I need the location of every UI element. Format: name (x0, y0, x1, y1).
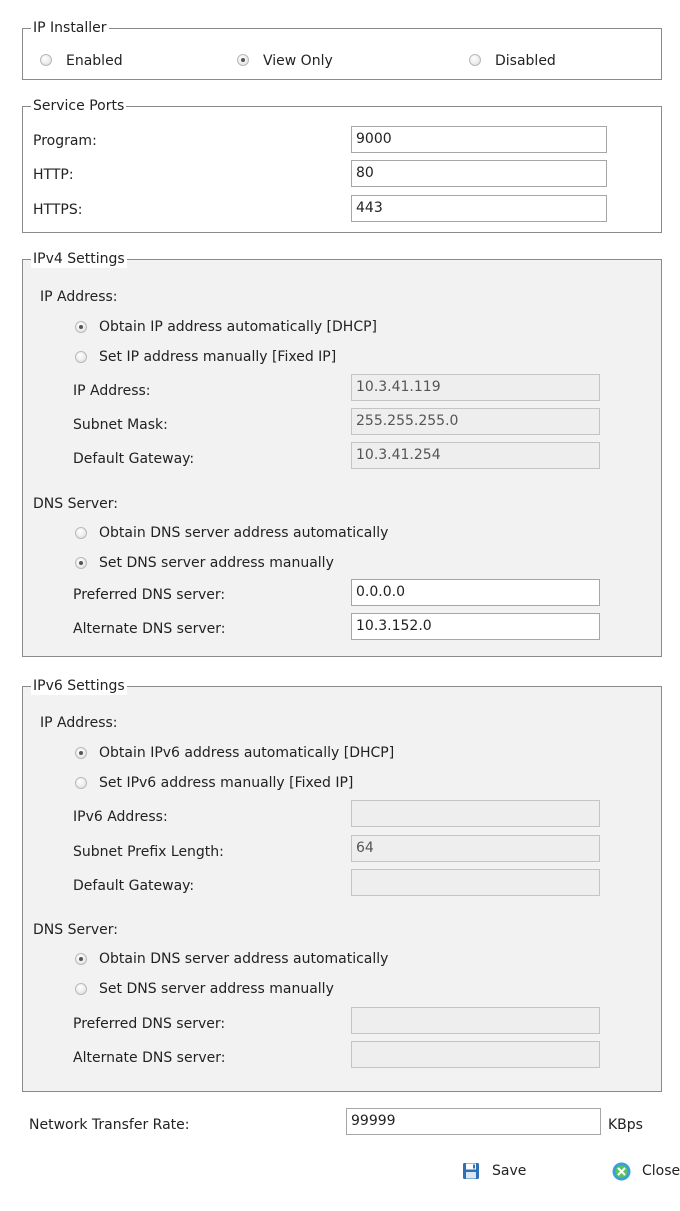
ip-installer-group: IP Installer Enabled View Only Disabled (22, 19, 662, 80)
ipv4-settings-legend: IPv4 Settings (31, 250, 127, 268)
ipv4-ip-address-input[interactable]: 10.3.41.119 (351, 374, 600, 401)
ipv4-default-gateway-input[interactable]: 10.3.41.254 (351, 442, 600, 469)
disabled-label[interactable]: Disabled (495, 51, 556, 71)
ipv6-default-gateway-input[interactable] (351, 869, 600, 896)
ipv6-preferred-dns-label: Preferred DNS server: (73, 1016, 226, 1032)
ipv4-alternate-dns-label: Alternate DNS server: (73, 621, 226, 637)
ipv4-set-ip-manual-radio[interactable] (75, 351, 87, 363)
ipv6-address-input[interactable] (351, 800, 600, 827)
close-label: Close (642, 1163, 680, 1179)
http-port-input[interactable]: 80 (351, 160, 607, 187)
ipv6-set-dns-manual-label[interactable]: Set DNS server address manually (99, 979, 334, 999)
service-ports-group: Service Ports Program: 9000 HTTP: 80 HTT… (22, 97, 662, 233)
ipv6-preferred-dns-input[interactable] (351, 1007, 600, 1034)
ipv6-obtain-ip-auto-label[interactable]: Obtain IPv6 address automatically [DHCP] (99, 743, 394, 763)
ipv6-default-gateway-label: Default Gateway: (73, 878, 195, 894)
view-only-radio[interactable] (237, 54, 249, 66)
http-label: HTTP: (33, 167, 74, 183)
ipv4-default-gateway-label: Default Gateway: (73, 451, 195, 467)
disabled-radio[interactable] (469, 54, 481, 66)
ipv4-obtain-ip-auto-label[interactable]: Obtain IP address automatically [DHCP] (99, 317, 377, 337)
https-label: HTTPS: (33, 202, 83, 218)
save-button[interactable]: Save (458, 1158, 538, 1184)
ipv6-ip-address-heading: IP Address: (40, 715, 118, 731)
ipv6-subnet-prefix-input[interactable]: 64 (351, 835, 600, 862)
ipv6-set-dns-manual-radio[interactable] (75, 983, 87, 995)
ipv4-obtain-dns-auto-label[interactable]: Obtain DNS server address automatically (99, 523, 388, 543)
ipv4-alternate-dns-input[interactable]: 10.3.152.0 (351, 613, 600, 640)
transfer-rate-label: Network Transfer Rate: (29, 1117, 190, 1133)
close-button[interactable]: Close (608, 1158, 680, 1184)
ipv4-ip-address-heading: IP Address: (40, 289, 118, 305)
view-only-label[interactable]: View Only (263, 51, 333, 71)
ipv6-set-ip-manual-label[interactable]: Set IPv6 address manually [Fixed IP] (99, 773, 353, 793)
ipv6-settings-group: IPv6 Settings IP Address: Obtain IPv6 ad… (22, 677, 662, 1092)
save-icon (463, 1163, 479, 1179)
ipv6-alternate-dns-label: Alternate DNS server: (73, 1050, 226, 1066)
ipv6-set-ip-manual-radio[interactable] (75, 777, 87, 789)
ipv6-subnet-prefix-label: Subnet Prefix Length: (73, 844, 224, 860)
ipv4-dns-server-heading: DNS Server: (33, 496, 118, 512)
ipv4-ip-address-label: IP Address: (73, 383, 151, 399)
ipv4-obtain-dns-auto-radio[interactable] (75, 527, 87, 539)
ipv6-obtain-ip-auto-radio[interactable] (75, 747, 87, 759)
ipv6-obtain-dns-auto-label[interactable]: Obtain DNS server address automatically (99, 949, 388, 969)
ipv6-dns-server-heading: DNS Server: (33, 922, 118, 938)
ip-installer-legend: IP Installer (31, 19, 109, 37)
ipv4-settings-group: IPv4 Settings IP Address: Obtain IP addr… (22, 250, 662, 657)
ipv4-set-dns-manual-radio[interactable] (75, 557, 87, 569)
enabled-radio[interactable] (40, 54, 52, 66)
ipv6-obtain-dns-auto-radio[interactable] (75, 953, 87, 965)
transfer-rate-input[interactable]: 99999 (346, 1108, 601, 1135)
ipv4-obtain-ip-auto-radio[interactable] (75, 321, 87, 333)
ipv4-preferred-dns-input[interactable]: 0.0.0.0 (351, 579, 600, 606)
transfer-rate-unit: KBps (608, 1117, 643, 1133)
ipv4-set-ip-manual-label[interactable]: Set IP address manually [Fixed IP] (99, 347, 336, 367)
ipv4-subnet-mask-input[interactable]: 255.255.255.0 (351, 408, 600, 435)
service-ports-legend: Service Ports (31, 97, 127, 115)
ipv6-alternate-dns-input[interactable] (351, 1041, 600, 1068)
close-icon (612, 1162, 631, 1181)
program-label: Program: (33, 133, 97, 149)
ipv4-set-dns-manual-label[interactable]: Set DNS server address manually (99, 553, 334, 573)
ipv4-subnet-mask-label: Subnet Mask: (73, 417, 168, 433)
save-label: Save (492, 1163, 527, 1179)
ipv6-settings-legend: IPv6 Settings (31, 677, 127, 695)
ipv4-preferred-dns-label: Preferred DNS server: (73, 587, 226, 603)
program-port-input[interactable]: 9000 (351, 126, 607, 153)
enabled-label[interactable]: Enabled (66, 51, 123, 71)
ipv6-address-label: IPv6 Address: (73, 809, 168, 825)
https-port-input[interactable]: 443 (351, 195, 607, 222)
